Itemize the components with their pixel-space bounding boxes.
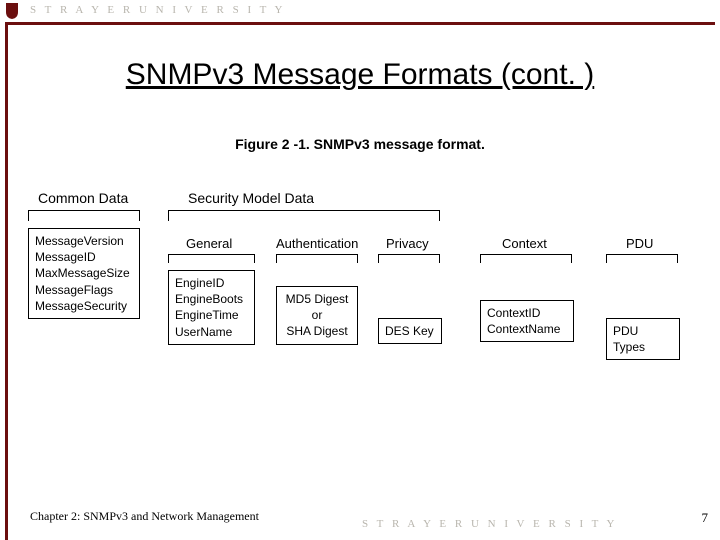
footer-chapter: Chapter 2: SNMPv3 and Network Management bbox=[30, 509, 259, 524]
left-rule bbox=[5, 22, 8, 540]
top-rule bbox=[5, 22, 715, 25]
label-common-data: Common Data bbox=[38, 190, 128, 206]
box-common-data-fields: MessageVersion MessageID MaxMessageSize … bbox=[28, 228, 140, 319]
label-authentication: Authentication bbox=[276, 236, 358, 251]
label-context: Context bbox=[502, 236, 547, 251]
label-pdu: PDU bbox=[626, 236, 653, 251]
brace-security bbox=[168, 210, 440, 221]
shield-logo bbox=[5, 2, 19, 20]
label-security-model-data: Security Model Data bbox=[188, 190, 314, 206]
brace-privacy bbox=[378, 254, 440, 263]
label-privacy: Privacy bbox=[386, 236, 429, 251]
brace-general bbox=[168, 254, 255, 263]
box-privacy-fields: DES Key bbox=[378, 318, 442, 344]
box-authentication-fields: MD5 Digest or SHA Digest bbox=[276, 286, 358, 345]
brace-pdu bbox=[606, 254, 678, 263]
box-pdu-fields: PDU Types bbox=[606, 318, 680, 360]
brand-footer: S T R A Y E R U N I V E R S I T Y bbox=[362, 518, 617, 530]
box-general-fields: EngineID EngineBoots EngineTime UserName bbox=[168, 270, 255, 345]
brace-common bbox=[28, 210, 140, 221]
page-number: 7 bbox=[702, 510, 709, 526]
brace-auth bbox=[276, 254, 358, 263]
brace-context bbox=[480, 254, 572, 263]
figure-caption: Figure 2 -1. SNMPv3 message format. bbox=[0, 136, 720, 152]
brand-header: S T R A Y E R U N I V E R S I T Y bbox=[30, 4, 285, 16]
slide-title: SNMPv3 Message Formats (cont. ) bbox=[0, 58, 720, 92]
box-context-fields: ContextID ContextName bbox=[480, 300, 574, 342]
label-general: General bbox=[186, 236, 232, 251]
